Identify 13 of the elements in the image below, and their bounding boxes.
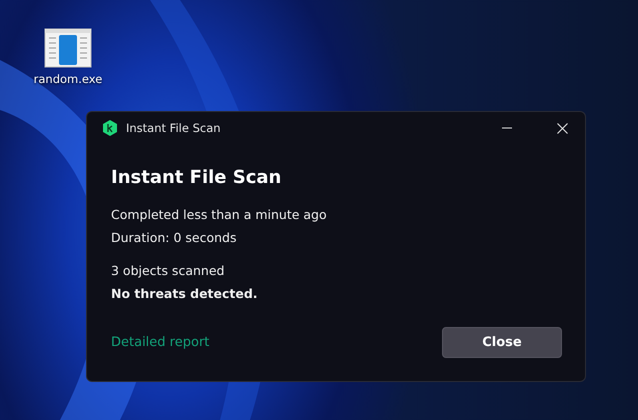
detailed-report-link[interactable]: Detailed report <box>111 335 210 350</box>
dialog-heading: Instant File Scan <box>111 167 282 188</box>
status-text: 3 objects scanned <box>111 262 226 279</box>
close-icon <box>556 122 568 134</box>
close-button[interactable]: Close <box>442 327 562 358</box>
file-icon[interactable] <box>44 28 92 68</box>
window-title: Instant File Scan <box>126 121 222 135</box>
status-text: No threats detected. <box>111 285 259 302</box>
status-text: Completed less than a minute ago <box>111 206 328 223</box>
file-name: random.exe <box>34 72 102 86</box>
minimize-icon <box>502 127 512 129</box>
status-text: Duration: 0 seconds <box>111 229 238 246</box>
app-logo-icon <box>103 120 117 136</box>
